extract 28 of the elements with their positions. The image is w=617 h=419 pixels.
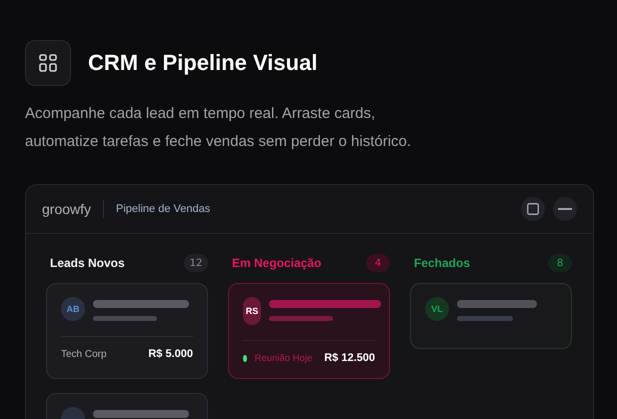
grid-icon (25, 40, 71, 86)
maximize-button[interactable] (521, 197, 545, 221)
avatar: RS (243, 297, 261, 325)
count-badge: 12 (184, 254, 208, 272)
deal-value: R$ 5.000 (148, 348, 193, 360)
company-name: Tech Corp (61, 348, 107, 360)
minus-icon (558, 208, 572, 210)
lead-card[interactable]: VL (410, 283, 572, 349)
deal-value: R$ 12.500 (324, 352, 375, 364)
section-description: Acompanhe cada lead em tempo real. Arraste cards, automatize tarefas e feche vendas sem perder o histórico. (25, 104, 412, 152)
column-title: Leads Novos (50, 256, 125, 270)
lead-card[interactable]: AB Tech Corp R$ 5.000 (46, 283, 208, 379)
column-title: Fechados (414, 256, 470, 270)
avatar: VL (425, 297, 449, 321)
placeholder-line (269, 316, 333, 321)
lead-card[interactable]: RS Reunião Hoje R$ 12.500 (228, 283, 390, 379)
section-title: CRM e Pipeline Visual (88, 50, 318, 76)
square-icon (527, 203, 539, 215)
placeholder-line (93, 316, 157, 321)
count-badge: 8 (548, 254, 572, 272)
column-title: Em Negociação (232, 256, 322, 270)
logo-text: groowfy (42, 201, 92, 217)
count-badge: 4 (366, 254, 390, 272)
minimize-button[interactable] (553, 197, 577, 221)
window-title: Pipeline de Vendas (116, 203, 210, 215)
placeholder-line (457, 316, 513, 321)
avatar: AB (61, 297, 85, 321)
status-label: Reunião Hoje (254, 352, 312, 364)
